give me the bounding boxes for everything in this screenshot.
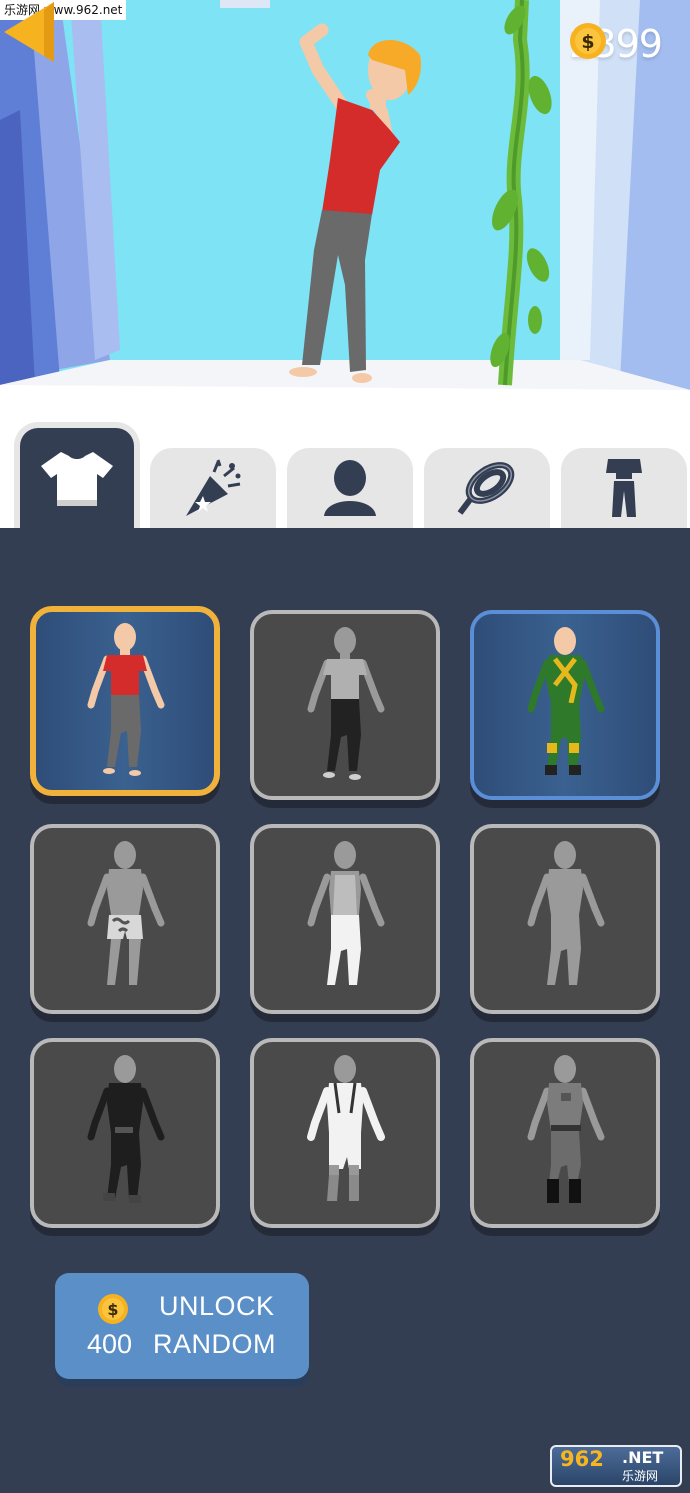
logo-net: .NET: [622, 1448, 664, 1467]
avatar-icon: [324, 460, 376, 516]
tab-ropes[interactable]: [424, 448, 550, 528]
logo-number: 962: [560, 1447, 604, 1471]
logo-site: 乐游网: [622, 1469, 659, 1483]
tab-celebrations[interactable]: [150, 448, 276, 528]
outfit-card-locked[interactable]: [470, 1038, 660, 1228]
tab-shirts[interactable]: [14, 422, 140, 528]
outfit-green-suit-figure: [527, 627, 605, 775]
outfit-card-owned[interactable]: [470, 610, 660, 800]
coin-icon: $: [570, 23, 607, 59]
outfit-card-locked[interactable]: [250, 824, 440, 1014]
tab-avatars[interactable]: [287, 448, 413, 528]
outfit-gray-shirt-figure: [307, 627, 385, 780]
rope-icon: [457, 462, 515, 515]
outfit-shorts-figure: [87, 841, 165, 985]
outfit-card-selected[interactable]: [30, 606, 220, 796]
outfit-tank-top-figure: [307, 841, 385, 985]
back-arrow-button[interactable]: [0, 0, 60, 64]
unlock-label: UNLOCK: [159, 1291, 275, 1321]
coin-symbol: $: [582, 31, 595, 53]
unlock-random-button[interactable]: $ UNLOCK 400 RANDOM: [55, 1273, 309, 1379]
outfit-gray-soldier-figure: [527, 1055, 605, 1203]
party-popper-icon: [186, 459, 241, 516]
outfit-card-locked[interactable]: [30, 824, 220, 1014]
outfit-card-locked[interactable]: [250, 1038, 440, 1228]
outfit-icon: [606, 459, 642, 517]
outfit-white-climber-figure: [307, 1055, 385, 1201]
outfit-black-martial-figure: [87, 1055, 165, 1203]
shirt-icon: [41, 452, 113, 506]
player-character: [289, 23, 421, 383]
outfit-card-locked[interactable]: [30, 1038, 220, 1228]
outfit-red-shirt-figure: [87, 623, 165, 776]
tab-outfits[interactable]: [561, 448, 687, 528]
unlock-coin-symbol: $: [107, 1300, 118, 1319]
game-scene: 乐游网 www.962.net 2399 $: [0, 0, 690, 400]
site-logo: 962 .NET 乐游网: [550, 1445, 682, 1487]
outfit-panel: $ UNLOCK 400 RANDOM 962 .NET 乐游网: [0, 528, 690, 1493]
outfit-bodysuit-figure: [527, 841, 605, 985]
outfit-card-locked[interactable]: [250, 610, 440, 800]
unlock-price: 400: [87, 1329, 133, 1359]
coin-counter: 2399 $: [569, 22, 663, 66]
coin-icon: $: [98, 1294, 128, 1324]
random-label: RANDOM: [153, 1329, 276, 1359]
outfit-card-locked[interactable]: [470, 824, 660, 1014]
category-tabbar: [0, 400, 690, 528]
